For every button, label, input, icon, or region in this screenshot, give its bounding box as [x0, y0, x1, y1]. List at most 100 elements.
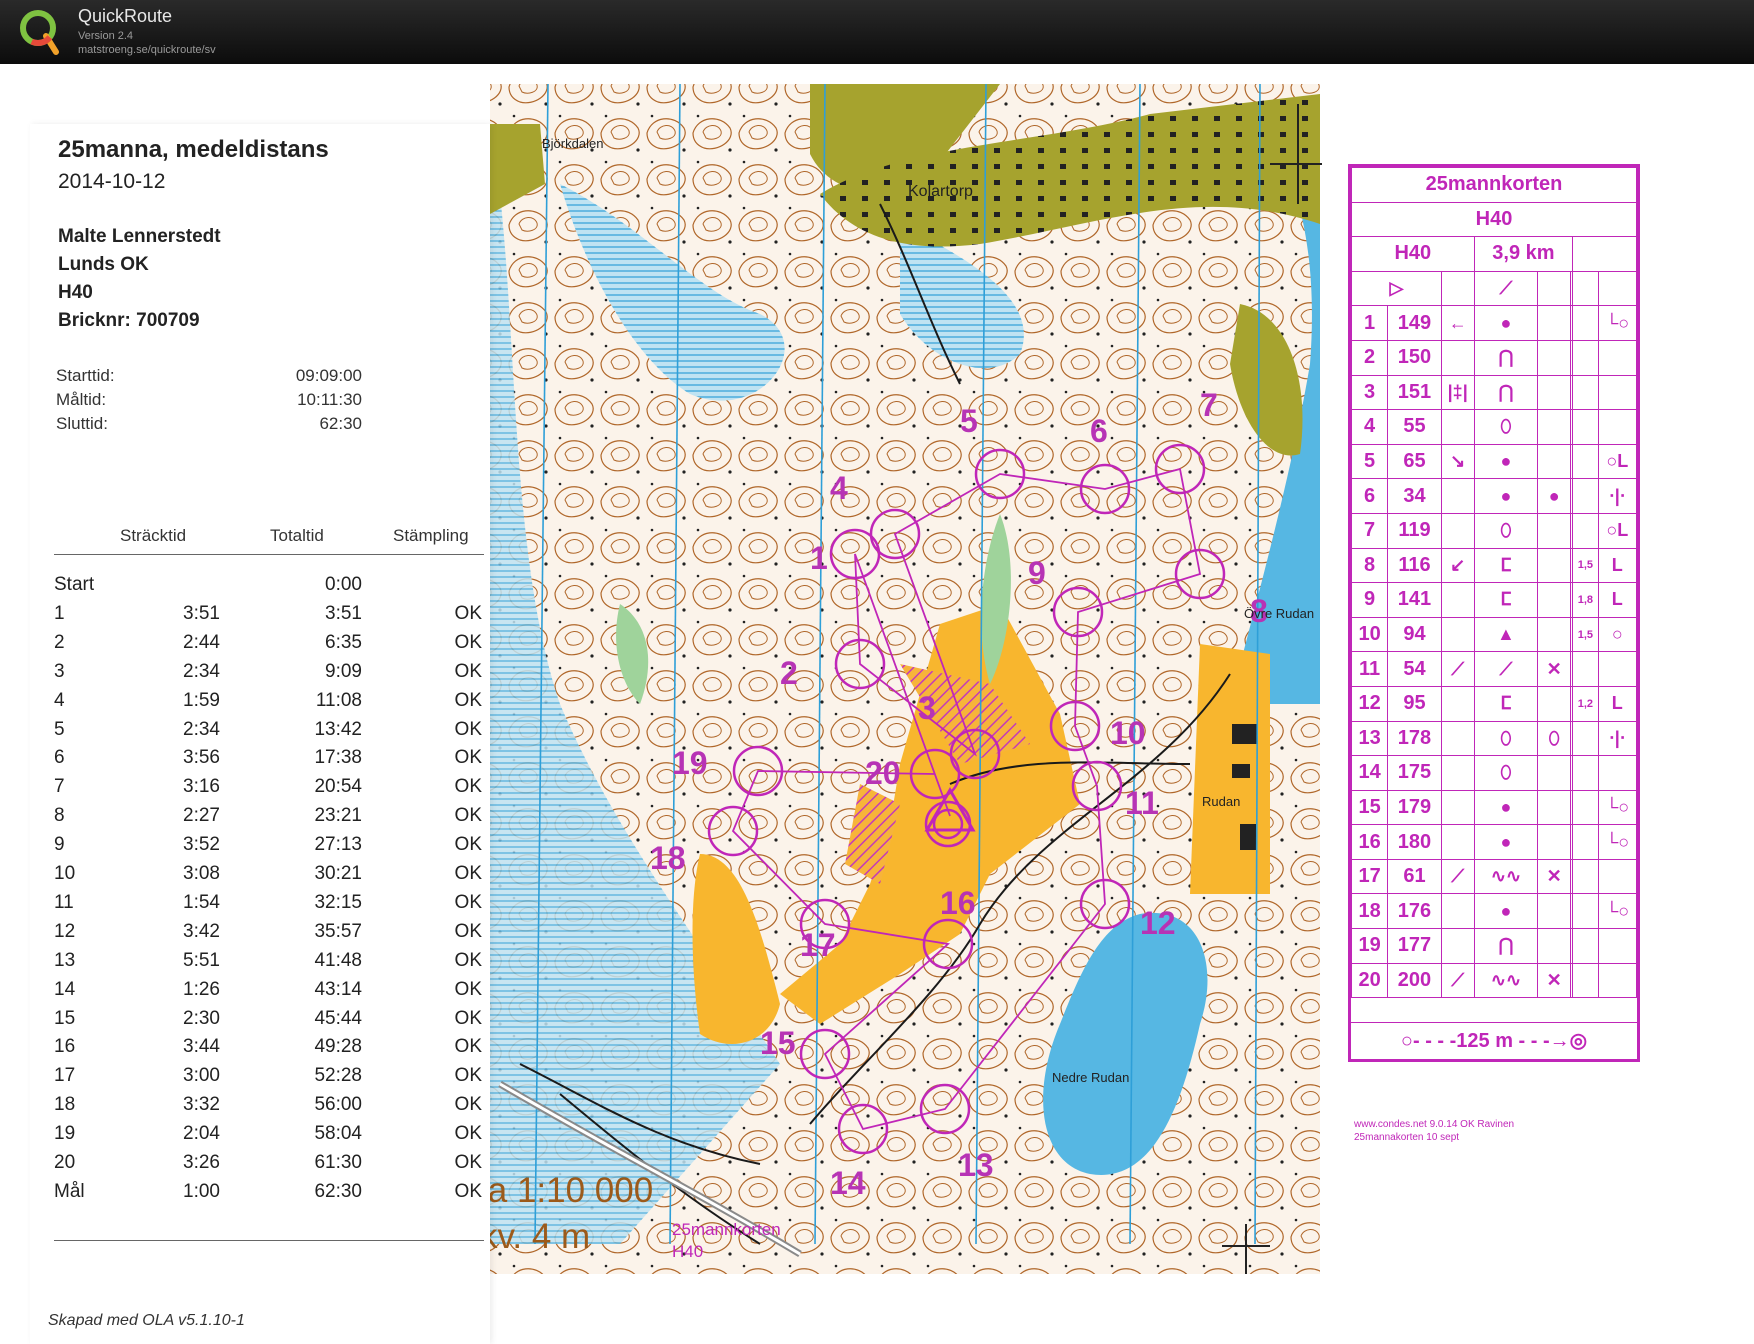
cd-control-row: 3 151 |‡| ⋂ — [1350, 374, 1638, 411]
cd-cell-c2: ● — [1473, 478, 1539, 514]
cd-cell-c1: |‡| — [1440, 374, 1475, 411]
cd-cell-c5 — [1597, 928, 1638, 964]
cd-cell-c5: ○ — [1597, 616, 1638, 653]
col-header-total: Totaltid — [270, 526, 324, 545]
total-time: 9:09 — [325, 660, 362, 682]
split-row: 6 3:56 17:38 OK — [30, 747, 490, 775]
control-number: 1 — [810, 540, 828, 576]
app-version: Version 2.4 — [78, 30, 134, 42]
split-row: Mål 1:00 62:30 OK — [30, 1181, 490, 1209]
cd-cell-c3 — [1537, 305, 1572, 341]
control-name: 5 — [54, 718, 65, 740]
cd-cell-c5 — [1597, 962, 1638, 999]
cd-cell-n: 3 — [1350, 374, 1389, 411]
split-time: 2:44 — [183, 631, 220, 653]
cd-cell-code: 54 — [1387, 651, 1442, 687]
cd-cell-c2: ⵎ — [1473, 547, 1539, 584]
cd-cell-c5 — [1597, 374, 1638, 411]
place-name-nedre-rudan: Nedre Rudan — [1052, 1070, 1129, 1085]
cd-cell-c3 — [1537, 789, 1572, 826]
cd-cell-c2: ⬯ — [1473, 720, 1539, 757]
header-rule — [54, 554, 484, 555]
cd-cell-c2: ⬯ — [1473, 409, 1539, 445]
cd-cell-c1 — [1440, 824, 1475, 860]
cd-cell-c5 — [1597, 858, 1638, 895]
map-canvas[interactable]: Karta godkänd 1 2 3 4 5 6 7 8 9 10 11 12 13 14 15 16 17 1… — [0, 64, 1754, 1344]
cd-control-row: 15 179 ● └○ — [1350, 789, 1638, 826]
cd-cell-c5 — [1597, 409, 1638, 445]
cd-cell-c3 — [1537, 755, 1572, 791]
split-row: 11 1:54 32:15 OK — [30, 892, 490, 920]
cd-cell-c2: ▲ — [1473, 616, 1539, 653]
split-time: 3:56 — [183, 747, 220, 769]
cd-cell-c3: ⬯ — [1537, 720, 1572, 757]
cd-cell-c3 — [1537, 547, 1572, 584]
control-name: 4 — [54, 689, 65, 711]
condes-credit-2: 25mannakorten 10 sept — [1354, 1132, 1460, 1143]
cd-control-row: 11 54 ⟋ ⟋ ✕ — [1350, 651, 1638, 687]
split-time: 3:08 — [183, 863, 220, 884]
split-time: 1:54 — [183, 891, 220, 913]
cd-cell-c1: ⟋ — [1440, 651, 1475, 687]
split-time: 2:30 — [183, 1007, 220, 1029]
cd-cell-code: 94 — [1387, 616, 1442, 653]
cd-control-row: 16 180 ● └○ — [1350, 824, 1638, 860]
footer-rule — [54, 1240, 484, 1241]
cd-cell-n: 12 — [1350, 685, 1389, 722]
place-name-ovre-rudan: Övre Rudan — [1244, 606, 1314, 621]
cd-cell-c1 — [1440, 755, 1475, 791]
cd-cell-c4 — [1572, 305, 1599, 341]
control-name: 10 — [54, 863, 76, 884]
cd-cell-code: 119 — [1387, 512, 1442, 549]
cd-cell-c3: ● — [1537, 478, 1572, 514]
cd-cell-n: 7 — [1350, 512, 1389, 549]
cd-cell-c3: ✕ — [1537, 962, 1572, 999]
punch-status: OK — [454, 660, 482, 682]
app-url[interactable]: matstroeng.se/quickroute/sv — [78, 44, 216, 56]
start-time-value: 09:09:00 — [295, 366, 362, 385]
cd-finish-line: ○- - - -125 m - - -→◎ — [1351, 1022, 1637, 1059]
cd-control-row: 13 178 ⬯ ⬯ ⋅|⋅ — [1350, 720, 1638, 757]
split-time: 3:16 — [183, 776, 220, 798]
total-time: 0:00 — [325, 574, 362, 595]
punch-status: OK — [454, 1036, 482, 1058]
cd-cell-c3: ✕ — [1537, 858, 1572, 895]
cd-cell-c1: ↘ — [1440, 443, 1475, 480]
punch-status: OK — [454, 920, 482, 942]
cd-cell-code: 149 — [1387, 305, 1442, 341]
punch-status: OK — [454, 891, 482, 913]
cd-cell-c4 — [1572, 962, 1599, 999]
control-name: 17 — [54, 1065, 76, 1087]
cd-cell-c5: L — [1597, 582, 1638, 618]
control-name: 1 — [54, 602, 65, 624]
cd-control-row: 2 150 ⋂ — [1350, 339, 1638, 376]
split-row: 16 3:44 49:28 OK — [30, 1036, 490, 1064]
split-row: 1 3:51 3:51 OK — [30, 603, 490, 631]
cd-cell-code: 178 — [1387, 720, 1442, 757]
cd-cell-c3 — [1537, 374, 1572, 411]
control-number: 12 — [1140, 905, 1176, 941]
cd-start-symbol: ▷ — [1351, 270, 1442, 307]
cd-cell-code: 55 — [1387, 409, 1442, 445]
cd-cell-code: 176 — [1387, 893, 1442, 930]
cd-control-row: 20 200 ⟋ ∿∿ ✕ — [1350, 962, 1638, 999]
start-time-label: Starttid: — [56, 366, 115, 385]
cd-cell-c3 — [1537, 685, 1572, 722]
control-name: 12 — [54, 920, 76, 942]
cd-cell-c4 — [1572, 789, 1599, 826]
contour-interval: kv. 4 m — [480, 1217, 591, 1256]
course-name: 25mannkorten — [672, 1220, 781, 1239]
cd-blank — [1572, 236, 1637, 272]
control-number: 7 — [1200, 387, 1218, 423]
control-name: 16 — [54, 1036, 76, 1058]
cd-cell-n: 15 — [1350, 789, 1389, 826]
split-row: 19 2:04 58:04 OK — [30, 1123, 490, 1151]
total-time: 13:42 — [314, 718, 362, 740]
cd-class: H40 — [1351, 236, 1475, 272]
control-number: 13 — [958, 1147, 994, 1183]
control-name: 2 — [54, 631, 65, 653]
cd-cell-n: 18 — [1350, 893, 1389, 930]
split-time: 2:34 — [183, 660, 220, 682]
punch-status: OK — [454, 1065, 482, 1087]
total-time: 3:51 — [325, 602, 362, 624]
